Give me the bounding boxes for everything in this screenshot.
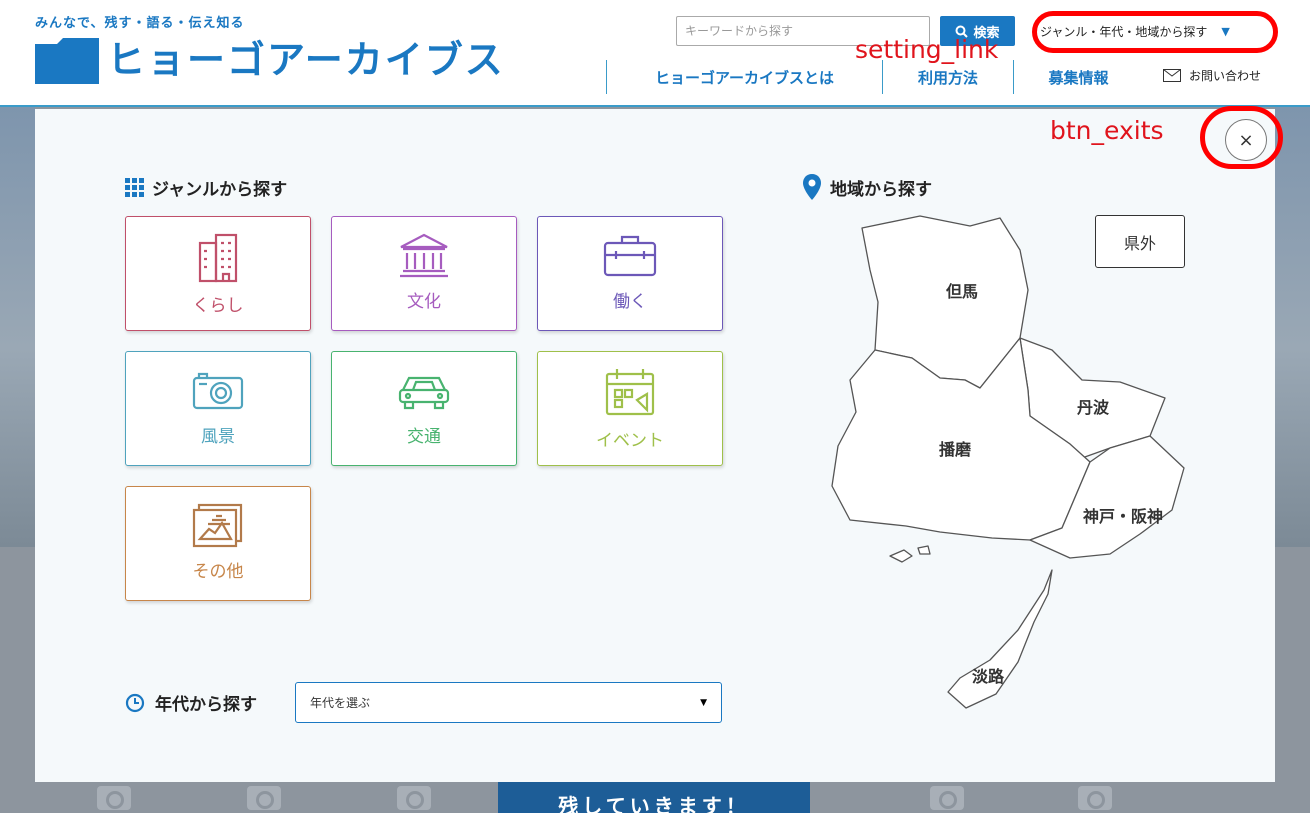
annotation-ring-setting-link xyxy=(1032,11,1278,53)
era-select[interactable]: 年代を選ぶ ▼ xyxy=(295,682,722,723)
clock-icon xyxy=(125,693,145,712)
genre-label: イベント xyxy=(596,431,664,451)
contact-label: お問い合わせ xyxy=(1189,69,1262,83)
genre-section-title: ジャンルから探す xyxy=(125,175,287,200)
camera-icon xyxy=(930,786,964,810)
genre-tile-hataraku[interactable]: 働く xyxy=(537,216,723,331)
photo-icon xyxy=(192,503,243,548)
annotation-btn-exits: btn_exits xyxy=(1050,116,1164,145)
building-icon xyxy=(198,233,238,283)
annotation-ring-btn-exits xyxy=(1200,106,1283,169)
camera-icon xyxy=(192,372,244,410)
genre-label: 文化 xyxy=(407,292,441,312)
hyogo-region-map xyxy=(831,215,1185,709)
briefcase-icon xyxy=(603,235,657,277)
camera-icon xyxy=(1078,786,1112,810)
annotation-setting-link: setting_link xyxy=(855,35,999,64)
background-photo-left xyxy=(0,107,35,547)
folder-logo-icon xyxy=(35,38,99,84)
camera-icon xyxy=(397,786,431,810)
mail-icon xyxy=(1163,69,1181,82)
site-tagline: みんなで、残す・語る・伝え知る xyxy=(35,16,245,31)
era-select-value: 年代を選ぶ xyxy=(310,696,371,710)
camera-icon xyxy=(97,786,131,810)
genre-tile-kurashi[interactable]: くらし xyxy=(125,216,311,331)
background-banner: 残していきます！ xyxy=(498,782,810,813)
site-logo[interactable]: ヒョーゴアーカイブス xyxy=(35,36,505,84)
nav-item-about[interactable]: ヒョーゴアーカイブスとは xyxy=(606,60,882,94)
genre-tile-bunka[interactable]: 文化 xyxy=(331,216,517,331)
genre-tile-kotsu[interactable]: 交通 xyxy=(331,351,517,466)
nav-item-usage[interactable]: 利用方法 xyxy=(882,60,1013,94)
logo-text: ヒョーゴアーカイブス xyxy=(107,38,505,82)
region-label-awaji[interactable]: 淡路 xyxy=(972,663,1004,687)
genre-label: くらし xyxy=(192,296,244,316)
genre-label: 風景 xyxy=(201,427,235,447)
region-awaji xyxy=(947,569,1053,709)
era-title-text: 年代から探す xyxy=(155,695,257,715)
grid-icon xyxy=(125,178,144,197)
region-label-kobe-hanshin[interactable]: 神戸・阪神 xyxy=(1083,503,1163,527)
genre-tile-other[interactable]: その他 xyxy=(125,486,311,601)
region-section-title: 地域から探す xyxy=(802,173,932,201)
genre-tile-fukei[interactable]: 風景 xyxy=(125,351,311,466)
calendar-icon xyxy=(605,369,655,416)
genre-tile-event[interactable]: イベント xyxy=(537,351,723,466)
museum-icon xyxy=(400,233,448,278)
region-label-tajima[interactable]: 但馬 xyxy=(946,278,978,302)
main-nav: ヒョーゴアーカイブスとは 利用方法 募集情報 xyxy=(606,60,1143,94)
camera-icon xyxy=(247,786,281,810)
genre-label: その他 xyxy=(192,562,244,582)
era-section-title: 年代から探す xyxy=(125,690,257,715)
nav-item-recruit[interactable]: 募集情報 xyxy=(1013,60,1143,94)
region-title-text: 地域から探す xyxy=(830,179,932,200)
genre-label: 交通 xyxy=(407,427,441,447)
genre-label: 働く xyxy=(613,292,647,312)
dropdown-arrow-icon: ▼ xyxy=(700,697,707,708)
genre-title-text: ジャンルから探す xyxy=(152,180,288,200)
car-icon xyxy=(398,376,450,410)
region-label-tamba[interactable]: 丹波 xyxy=(1077,394,1109,418)
background-photo-right xyxy=(1275,107,1310,547)
region-label-harima[interactable]: 播磨 xyxy=(939,436,971,460)
map-pin-icon xyxy=(803,174,821,200)
contact-link[interactable]: お問い合わせ xyxy=(1163,67,1261,84)
